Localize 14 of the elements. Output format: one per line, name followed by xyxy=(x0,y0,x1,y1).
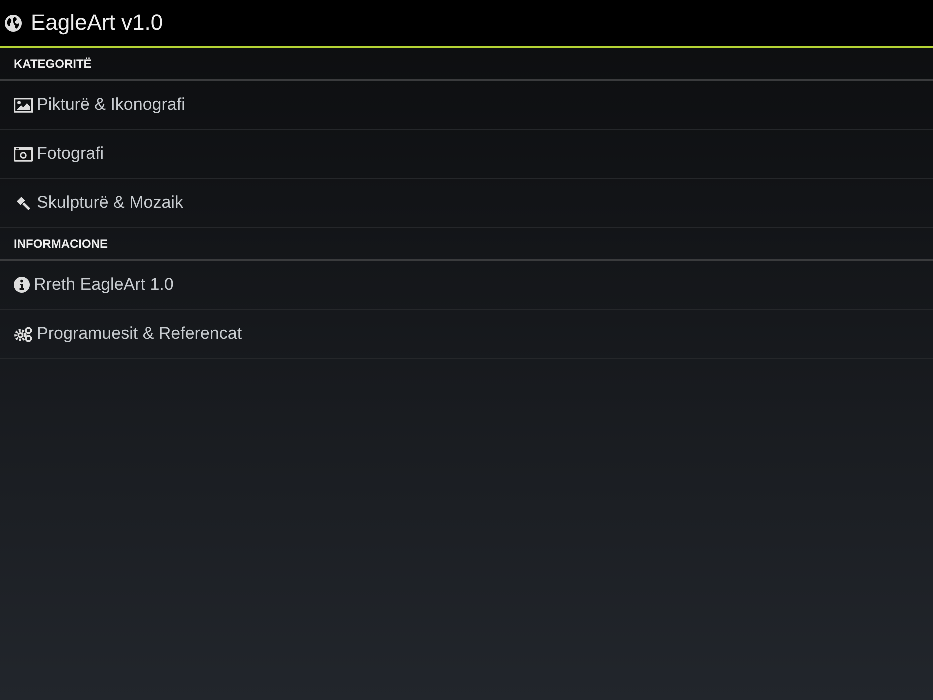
menu-item[interactable]: Pikturë & Ikonografi xyxy=(0,81,933,130)
info-icon xyxy=(14,277,30,293)
menu-item[interactable]: Fotografi xyxy=(0,130,933,179)
gears-icon xyxy=(14,326,33,342)
menu-item[interactable]: Skulpturë & Mozaik xyxy=(0,179,933,228)
menu-item[interactable]: Rreth EagleArt 1.0 xyxy=(0,261,933,310)
gavel-icon xyxy=(14,196,33,210)
section-header: KATEGORITË xyxy=(0,48,933,81)
globe-icon xyxy=(5,14,22,32)
menu-item[interactable]: Programuesit & Referencat xyxy=(0,310,933,359)
app-title: EagleArt v1.0 xyxy=(31,10,164,36)
camera-icon xyxy=(14,146,33,162)
image-icon xyxy=(14,98,33,112)
section-header: INFORMACIONE xyxy=(0,228,933,261)
